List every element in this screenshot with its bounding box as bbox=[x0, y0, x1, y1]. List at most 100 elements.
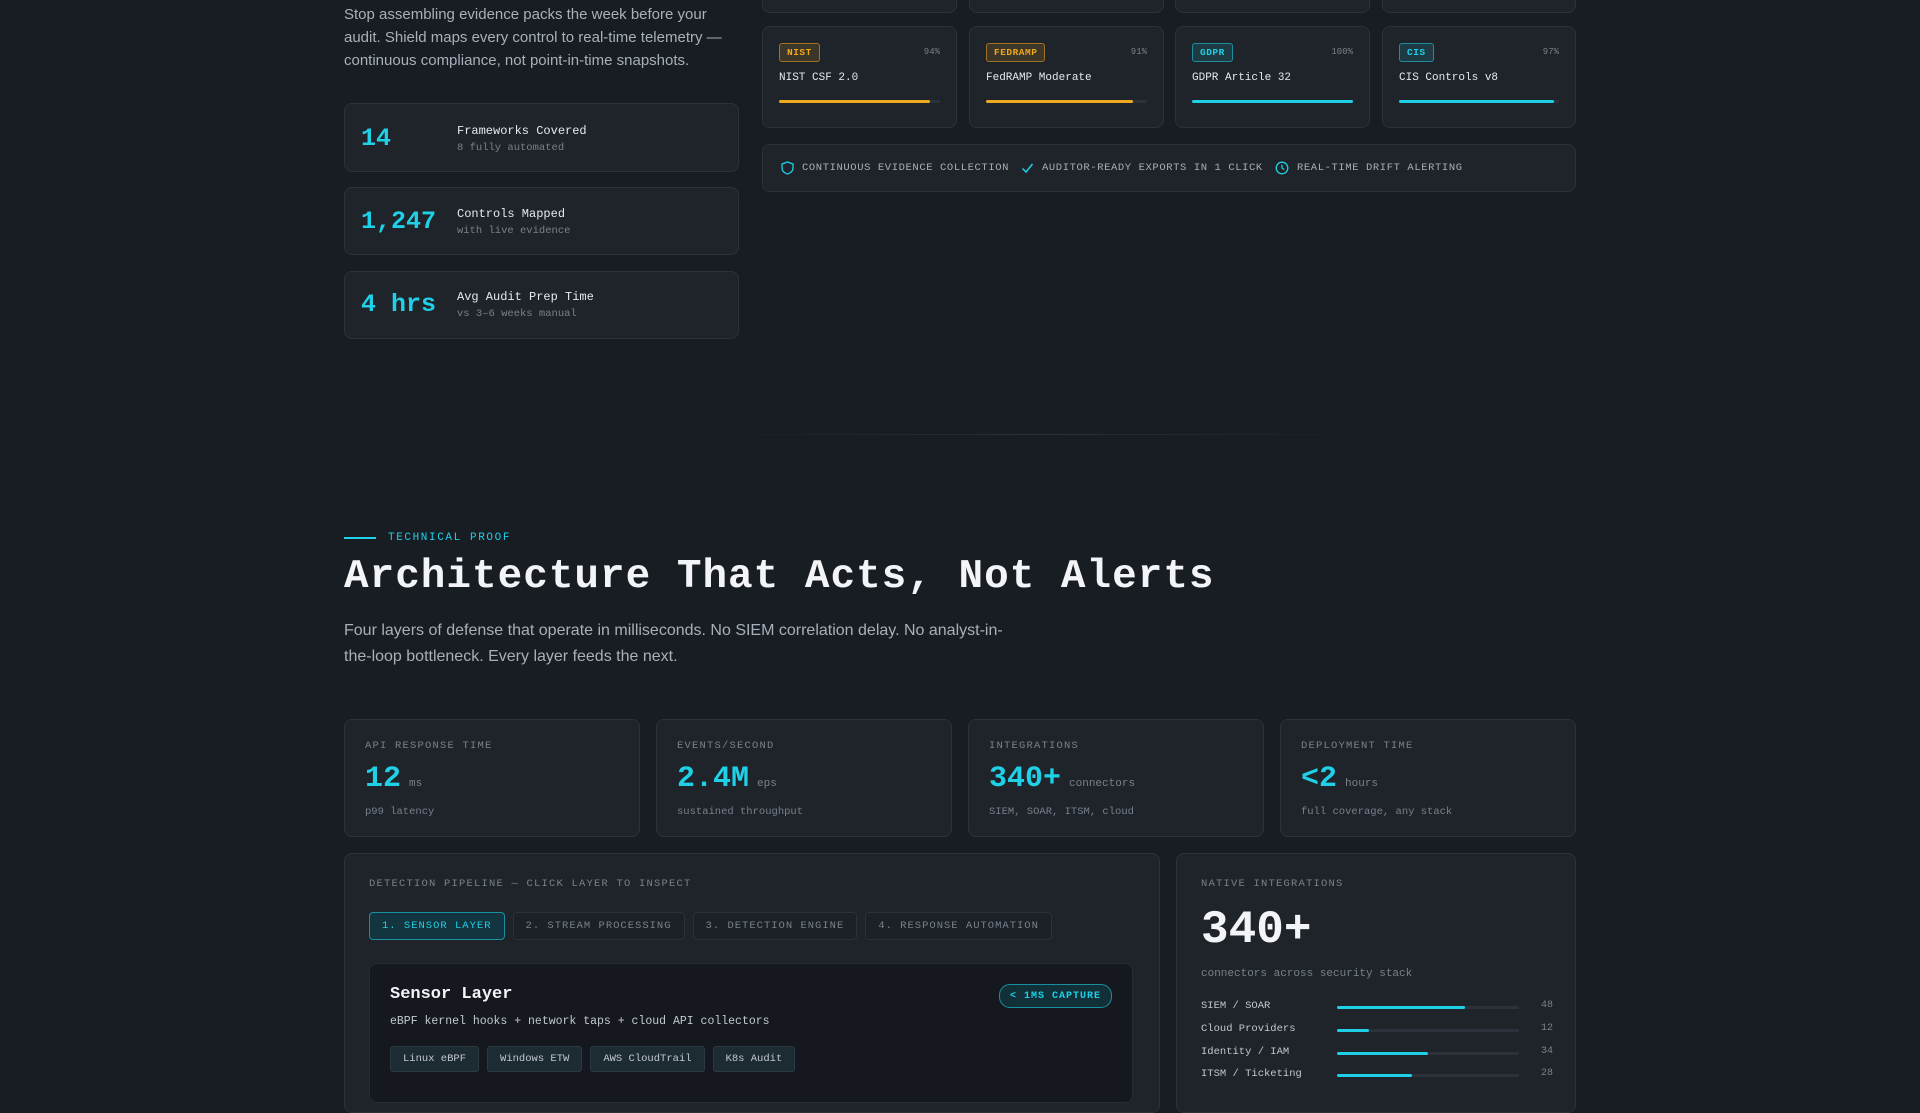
integration-bar-fill bbox=[1337, 1006, 1466, 1009]
metric-unit: hours bbox=[1345, 778, 1379, 790]
feature-continuous-evidence: CONTINUOUS EVIDENCE COLLECTION bbox=[781, 145, 1009, 191]
metric-unit: ms bbox=[409, 778, 423, 790]
compliance-features-bar: CONTINUOUS EVIDENCE COLLECTION AUDITOR-R… bbox=[762, 144, 1576, 192]
metric-api-response: API RESPONSE TIME 12 ms p99 latency bbox=[344, 719, 640, 837]
stat-value: 1,247 bbox=[361, 207, 437, 236]
stat-label: Frameworks Covered bbox=[457, 124, 587, 138]
section-title: Architecture That Acts, Not Alerts bbox=[344, 554, 1215, 600]
clock-icon bbox=[1275, 161, 1289, 175]
framework-progress-fill bbox=[1192, 100, 1353, 103]
layer-detail-panel: Sensor Layer eBPF kernel hooks + network… bbox=[369, 963, 1133, 1103]
integration-name: ITSM / Ticketing bbox=[1201, 1068, 1302, 1080]
metric-events-per-second: EVENTS/SECOND 2.4M eps sustained throughp… bbox=[656, 719, 952, 837]
integration-count: 28 bbox=[1540, 1068, 1553, 1079]
metric-value: 12 bbox=[365, 762, 402, 796]
native-integrations-panel: NATIVE INTEGRATIONS 340+ connectors acro… bbox=[1176, 853, 1576, 1113]
feature-label: REAL-TIME DRIFT ALERTING bbox=[1297, 162, 1463, 174]
framework-card-top-4 bbox=[1382, 0, 1576, 13]
section-eyebrow: TECHNICAL PROOF bbox=[344, 532, 511, 544]
pipeline-title: DETECTION PIPELINE — CLICK LAYER TO INSP… bbox=[369, 878, 692, 890]
integration-name: Identity / IAM bbox=[1201, 1046, 1290, 1058]
eyebrow-label: TECHNICAL PROOF bbox=[388, 532, 512, 544]
layer-description: eBPF kernel hooks + network taps + cloud… bbox=[390, 1015, 770, 1028]
stat-label: Avg Audit Prep Time bbox=[457, 290, 594, 304]
metric-caption: EVENTS/SECOND bbox=[677, 740, 775, 752]
stat-sub: vs 3–6 weeks manual bbox=[457, 308, 577, 320]
stat-card-controls: 1,247 Controls Mapped with live evidence bbox=[344, 187, 739, 255]
framework-progress-fill bbox=[1399, 100, 1555, 103]
integration-row: Cloud Providers 12 bbox=[1201, 1023, 1553, 1039]
check-icon bbox=[1021, 163, 1034, 174]
integration-count: 48 bbox=[1540, 1000, 1553, 1011]
integration-row: ITSM / Ticketing 28 bbox=[1201, 1068, 1553, 1084]
capture-latency-badge: < 1MS CAPTURE bbox=[998, 984, 1112, 1008]
metric-sub: full coverage, any stack bbox=[1301, 806, 1453, 818]
metric-unit: eps bbox=[757, 778, 777, 790]
integration-name: Cloud Providers bbox=[1201, 1023, 1296, 1035]
framework-badge: NIST bbox=[779, 43, 820, 62]
integration-row: Identity / IAM 34 bbox=[1201, 1046, 1553, 1062]
metric-deployment-time: DEPLOYMENT TIME <2 hours full coverage, a… bbox=[1280, 719, 1576, 837]
tab-stream-processing[interactable]: 2. STREAM PROCESSING bbox=[512, 912, 685, 940]
framework-name: NIST CSF 2.0 bbox=[779, 72, 859, 84]
framework-progress-track bbox=[779, 100, 940, 103]
source-chip: Windows ETW bbox=[487, 1046, 583, 1072]
framework-card-top-2 bbox=[969, 0, 1164, 13]
integration-bar-track bbox=[1337, 1029, 1519, 1032]
shield-icon bbox=[781, 161, 794, 175]
integration-bar-fill bbox=[1337, 1052, 1428, 1055]
framework-name: FedRAMP Moderate bbox=[986, 72, 1092, 84]
integration-bar-track bbox=[1337, 1052, 1519, 1055]
integrations-count: 340+ bbox=[1201, 904, 1312, 956]
feature-label: AUDITOR-READY EXPORTS IN 1 CLICK bbox=[1042, 162, 1263, 174]
metric-caption: API RESPONSE TIME bbox=[365, 740, 493, 752]
framework-percent: 97% bbox=[1542, 47, 1559, 57]
framework-percent: 91% bbox=[1130, 47, 1147, 57]
framework-name: CIS Controls v8 bbox=[1399, 72, 1499, 84]
eyebrow-line bbox=[344, 537, 376, 539]
stat-sub: with live evidence bbox=[457, 225, 571, 237]
section-divider bbox=[700, 434, 1380, 435]
source-chip: K8s Audit bbox=[712, 1046, 796, 1072]
framework-badge: GDPR bbox=[1192, 43, 1233, 62]
feature-drift-alerting: REAL-TIME DRIFT ALERTING bbox=[1275, 145, 1463, 191]
metric-value: <2 bbox=[1301, 762, 1338, 796]
metric-value: 340+ bbox=[989, 762, 1062, 796]
metric-unit: connectors bbox=[1069, 778, 1136, 790]
tab-sensor-layer[interactable]: 1. SENSOR LAYER bbox=[369, 912, 505, 940]
integration-bar-fill bbox=[1337, 1074, 1412, 1077]
metric-sub: sustained throughput bbox=[677, 806, 804, 818]
integration-bar-track bbox=[1337, 1074, 1519, 1077]
integrations-title: NATIVE INTEGRATIONS bbox=[1201, 878, 1344, 890]
tab-detection-engine[interactable]: 3. DETECTION ENGINE bbox=[692, 912, 858, 940]
metric-caption: INTEGRATIONS bbox=[989, 740, 1080, 752]
framework-card-cis[interactable]: CIS 97% CIS Controls v8 bbox=[1382, 26, 1576, 128]
stat-label: Controls Mapped bbox=[457, 207, 566, 221]
source-chips: Linux eBPF Windows ETW AWS CloudTrail K8… bbox=[390, 1046, 796, 1072]
framework-card-fedramp[interactable]: FEDRAMP 91% FedRAMP Moderate bbox=[969, 26, 1164, 128]
metric-value: 2.4M bbox=[677, 762, 750, 796]
compliance-intro: Stop assembling evidence packs the week … bbox=[344, 6, 722, 69]
metric-sub: SIEM, SOAR, ITSM, cloud bbox=[989, 806, 1134, 818]
framework-badge: CIS bbox=[1399, 43, 1434, 62]
stat-value: 4 hrs bbox=[361, 290, 437, 319]
metric-integrations: INTEGRATIONS 340+ connectors SIEM, SOAR, … bbox=[968, 719, 1264, 837]
framework-card-nist[interactable]: NIST 94% NIST CSF 2.0 bbox=[762, 26, 957, 128]
tab-response-automation[interactable]: 4. RESPONSE AUTOMATION bbox=[865, 912, 1052, 940]
framework-progress-fill bbox=[986, 100, 1133, 103]
pipeline-tabs: 1. SENSOR LAYER 2. STREAM PROCESSING 3. … bbox=[369, 912, 1052, 940]
stat-value: 14 bbox=[361, 124, 392, 153]
source-chip: AWS CloudTrail bbox=[590, 1046, 705, 1072]
integration-bar-track bbox=[1337, 1006, 1519, 1009]
framework-percent: 94% bbox=[923, 47, 940, 57]
framework-card-gdpr[interactable]: GDPR 100% GDPR Article 32 bbox=[1175, 26, 1370, 128]
integration-name: SIEM / SOAR bbox=[1201, 1000, 1271, 1012]
stat-sub: 8 fully automated bbox=[457, 142, 565, 154]
framework-progress-track bbox=[986, 100, 1147, 103]
framework-card-top-1 bbox=[762, 0, 957, 13]
stat-card-prep-time: 4 hrs Avg Audit Prep Time vs 3–6 weeks m… bbox=[344, 271, 739, 339]
section-lede: Four layers of defense that operate in m… bbox=[344, 622, 1003, 665]
framework-percent: 100% bbox=[1331, 47, 1353, 57]
detection-pipeline-panel: DETECTION PIPELINE — CLICK LAYER TO INSP… bbox=[344, 853, 1160, 1113]
integration-row: SIEM / SOAR 48 bbox=[1201, 1000, 1553, 1016]
